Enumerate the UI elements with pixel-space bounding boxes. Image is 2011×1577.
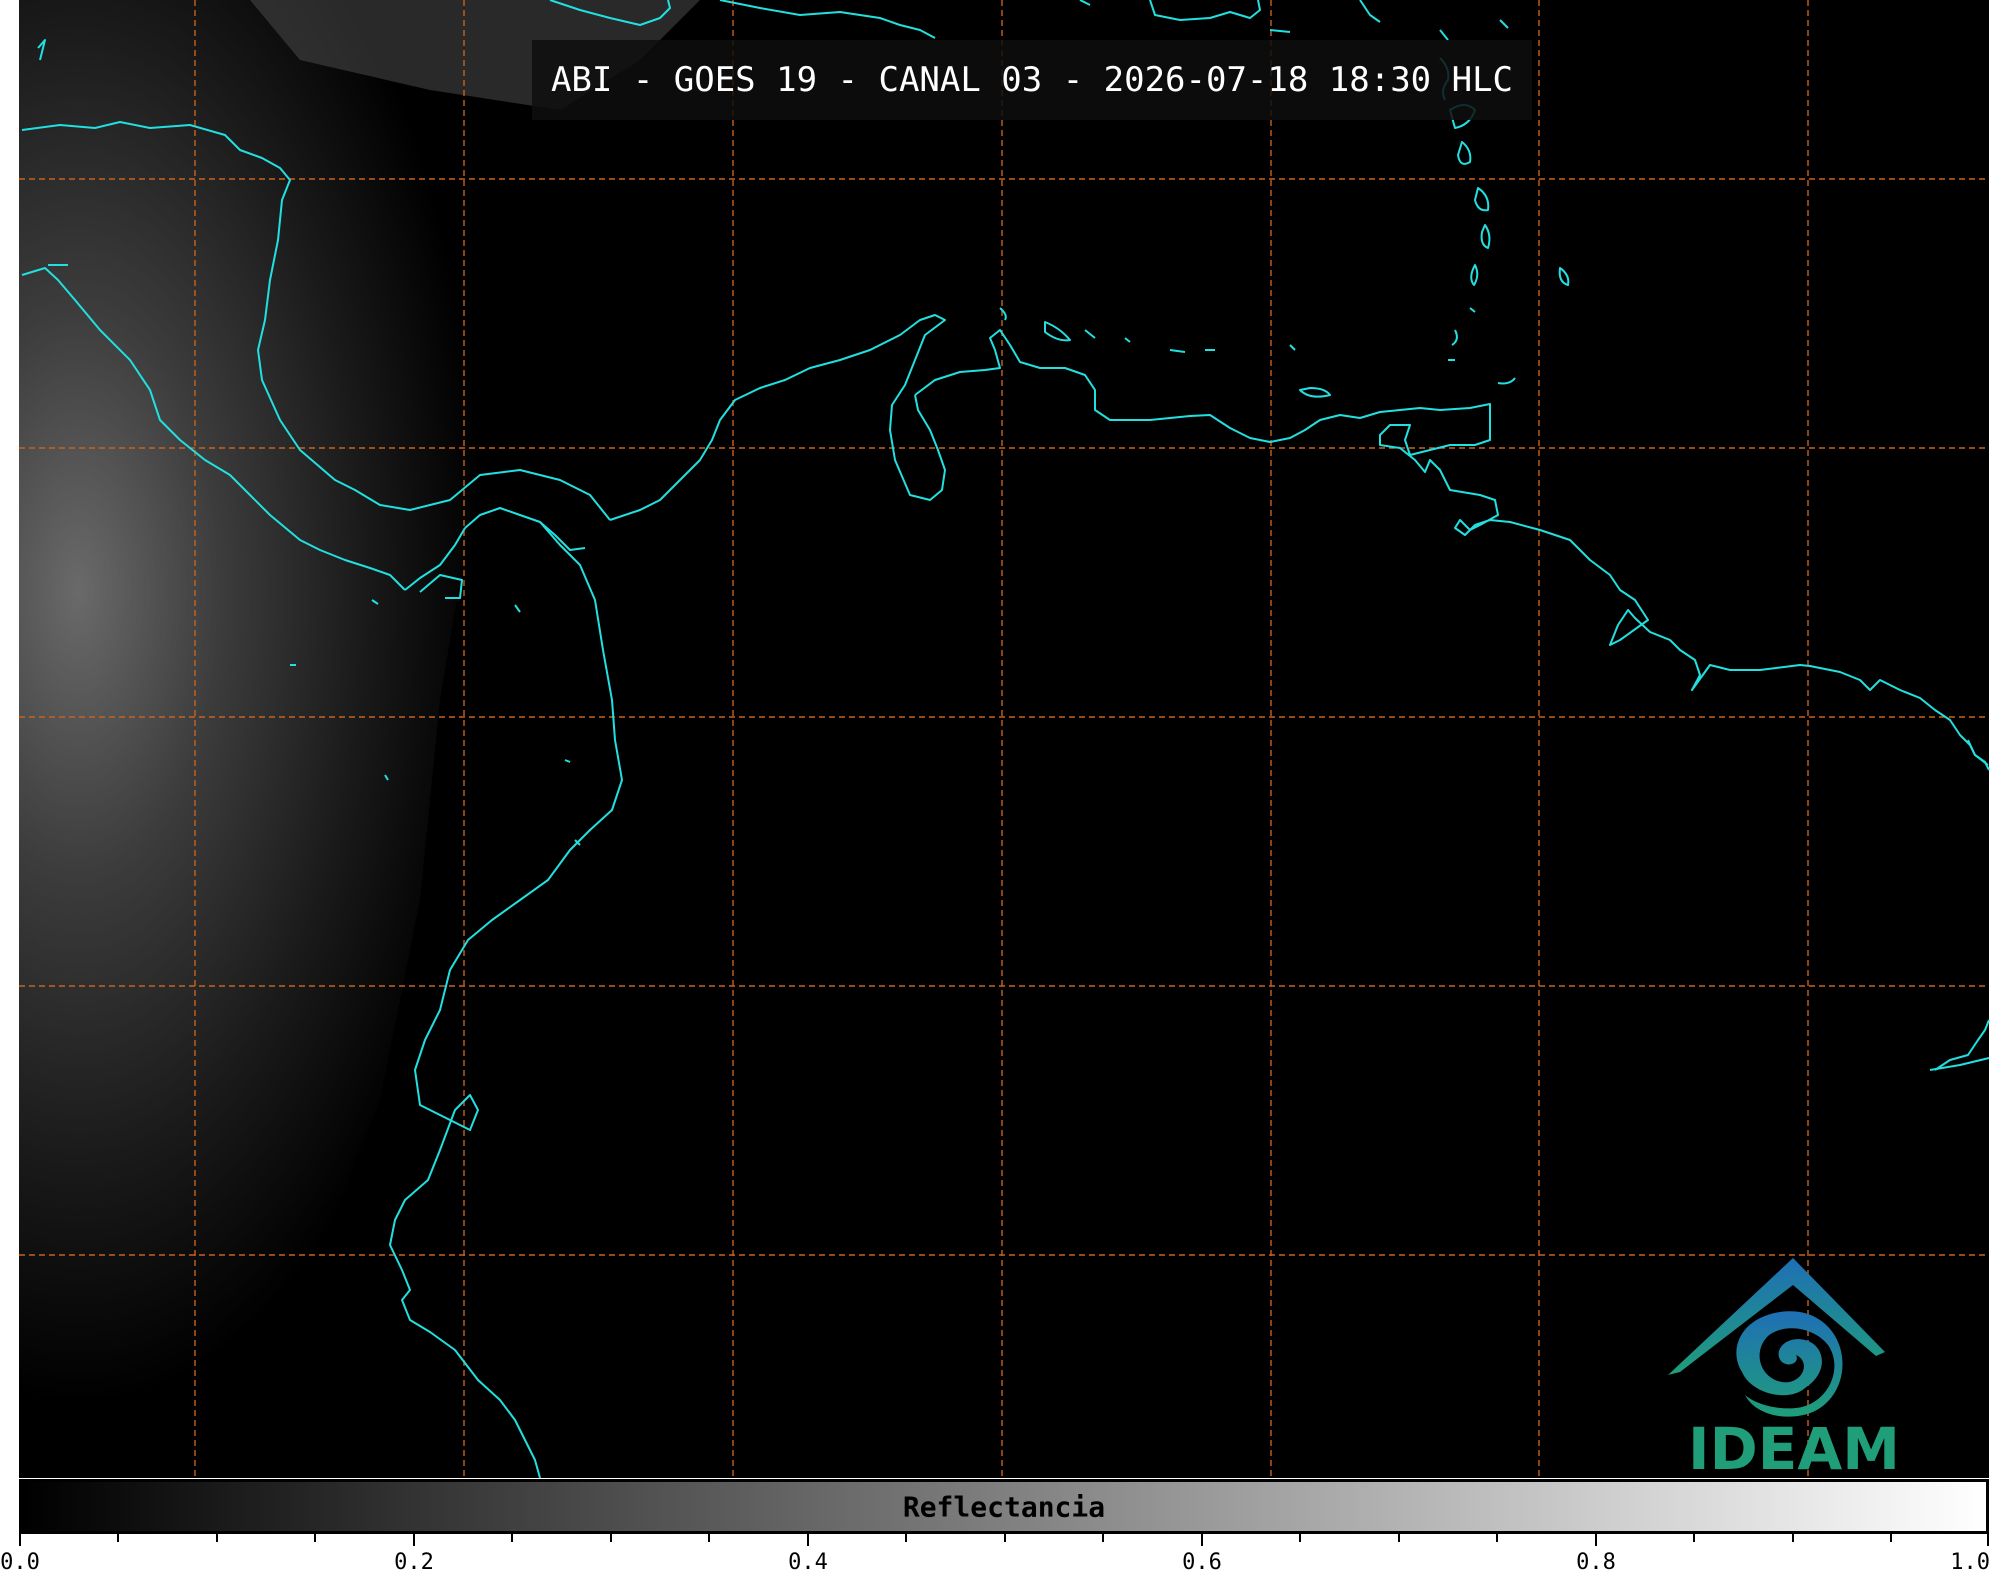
colorbar-tick-label: 0.6: [1182, 1550, 1222, 1575]
colorbar-tick-label: 0.8: [1576, 1550, 1616, 1575]
colorbar-tick-label: 0.0: [0, 1550, 40, 1575]
colorbar-tick-label: 1.0: [1950, 1550, 1990, 1575]
ideam-logo-text: IDEAM: [1688, 1415, 1900, 1483]
satellite-map: [19, 0, 1990, 1479]
colorbar-tick-label: 0.2: [394, 1550, 434, 1575]
map-title: ABI - GOES 19 - CANAL 03 - 2026-07-18 18…: [532, 40, 1532, 120]
colorbar-label: Reflectancia: [902, 1490, 1106, 1523]
reflectance-colorbar: Reflectancia: [19, 1479, 1989, 1534]
colorbar-tick-label: 0.4: [788, 1550, 828, 1575]
map-title-text: ABI - GOES 19 - CANAL 03 - 2026-07-18 18…: [550, 60, 1514, 100]
